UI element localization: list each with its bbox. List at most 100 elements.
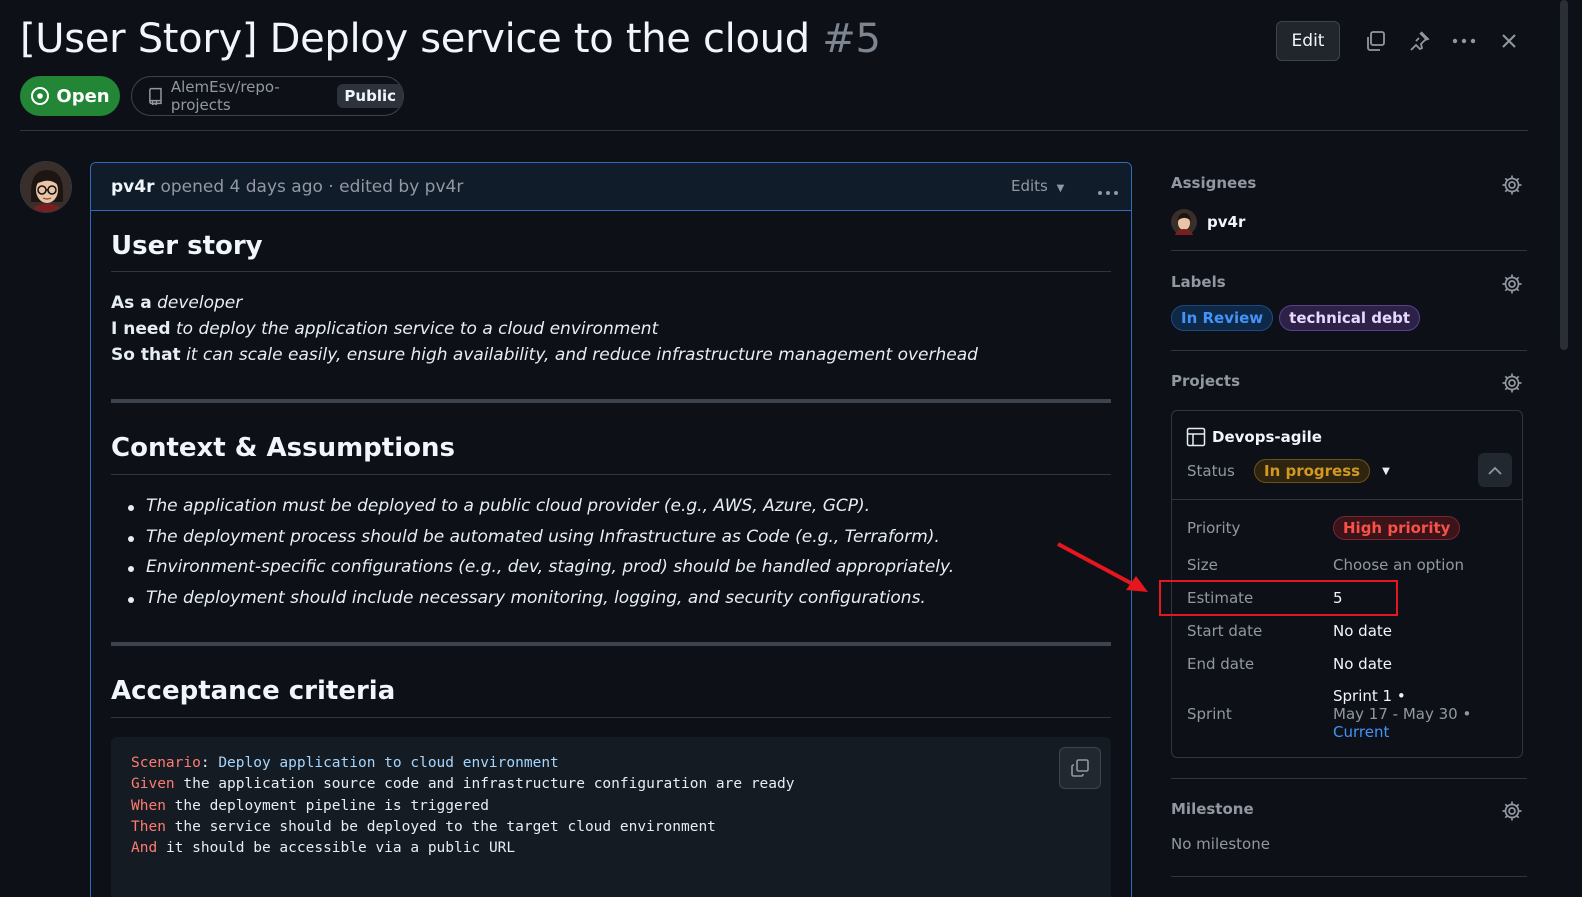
copy-icon[interactable] bbox=[1362, 28, 1388, 54]
list-item: The deployment process should be automat… bbox=[111, 527, 954, 558]
project-name: Devops-agile bbox=[1212, 428, 1322, 446]
gherkin-keyword: Given bbox=[131, 776, 175, 793]
context-heading: Context & Assumptions bbox=[111, 433, 455, 463]
assignee-item[interactable]: pv4r bbox=[1171, 209, 1245, 235]
header-divider bbox=[20, 130, 1528, 131]
assignee-name: pv4r bbox=[1207, 213, 1246, 231]
sprint-value[interactable]: Sprint 1 • May 17 - May 30 • Current bbox=[1333, 687, 1471, 741]
collapse-button[interactable] bbox=[1478, 453, 1512, 487]
priority-value[interactable]: High priority bbox=[1333, 516, 1461, 540]
assignees-heading: Assignees bbox=[1171, 174, 1257, 192]
code-block: Scenario: Deploy application to cloud en… bbox=[111, 737, 1111, 897]
story-heading: User story bbox=[111, 231, 263, 261]
repo-link[interactable]: AlemEsv/repo-projects Public bbox=[131, 76, 404, 116]
sidebar-divider bbox=[1171, 778, 1527, 779]
gear-icon[interactable] bbox=[1501, 800, 1523, 822]
story-line-so-that: So that it can scale easily, ensure high… bbox=[111, 342, 978, 368]
section-divider bbox=[111, 399, 1111, 403]
list-item: Environment-specific configurations (e.g… bbox=[111, 557, 954, 588]
author-avatar[interactable] bbox=[20, 161, 72, 213]
milestone-value: No milestone bbox=[1171, 835, 1270, 853]
edits-dropdown[interactable]: Edits ▼ bbox=[1011, 177, 1064, 195]
comment-meta: opened 4 days ago · edited by pv4r bbox=[160, 176, 464, 197]
code-line: And it should be accessible via a public… bbox=[131, 840, 1091, 861]
sidebar-divider bbox=[1171, 250, 1527, 251]
project-title[interactable]: Devops-agile bbox=[1186, 427, 1322, 447]
pin-icon[interactable] bbox=[1406, 28, 1432, 54]
sprint-name: Sprint 1 • bbox=[1333, 687, 1406, 705]
code-text: it should be accessible via a public URL bbox=[165, 840, 516, 857]
sidebar-divider bbox=[1171, 876, 1527, 877]
caret-down-icon: ▼ bbox=[1382, 465, 1390, 477]
copy-icon bbox=[1071, 759, 1089, 777]
end-date-key: End date bbox=[1187, 655, 1255, 673]
gear-icon[interactable] bbox=[1501, 273, 1523, 295]
code-line: Given the application source code and in… bbox=[131, 776, 1091, 797]
start-date-value[interactable]: No date bbox=[1333, 622, 1392, 640]
acceptance-heading: Acceptance criteria bbox=[111, 676, 396, 706]
context-list: The application must be deployed to a pu… bbox=[111, 496, 954, 618]
repo-icon bbox=[149, 87, 162, 105]
code-text: the application source code and infrastr… bbox=[183, 776, 795, 793]
list-item: The application must be deployed to a pu… bbox=[111, 496, 954, 527]
section-divider bbox=[111, 642, 1111, 646]
code-line: Then the service should be deployed to t… bbox=[131, 819, 1091, 840]
labels-list: In Review technical debt bbox=[1171, 305, 1421, 331]
code-text: Deploy application to cloud environment bbox=[218, 755, 559, 771]
close-icon[interactable] bbox=[1496, 28, 1522, 54]
comment-author[interactable]: pv4r bbox=[111, 177, 154, 197]
story-text: to deploy the application service to a c… bbox=[175, 319, 659, 339]
more-options-icon[interactable] bbox=[1451, 28, 1477, 54]
sprint-current: Current bbox=[1333, 723, 1390, 741]
code-separator bbox=[166, 798, 175, 814]
story-text: developer bbox=[157, 293, 243, 313]
size-key: Size bbox=[1187, 556, 1218, 574]
gherkin-keyword: When bbox=[131, 797, 166, 814]
edit-button[interactable]: Edit bbox=[1276, 21, 1340, 61]
milestone-heading: Milestone bbox=[1171, 800, 1254, 818]
story-line-i-need: I need to deploy the application service… bbox=[111, 316, 978, 342]
comment-header: pv4r opened 4 days ago · edited by pv4r … bbox=[91, 163, 1131, 211]
assignee-avatar bbox=[1171, 209, 1197, 235]
table-icon bbox=[1186, 427, 1206, 447]
story-lead: As a bbox=[111, 293, 152, 313]
code-separator bbox=[157, 840, 166, 856]
label-in-review[interactable]: In Review bbox=[1171, 305, 1274, 331]
story-text: it can scale easily, ensure high availab… bbox=[186, 345, 978, 365]
list-item: The deployment should include necessary … bbox=[111, 588, 954, 619]
end-date-value[interactable]: No date bbox=[1333, 655, 1392, 673]
visibility-badge: Public bbox=[337, 84, 403, 108]
copy-code-button[interactable] bbox=[1059, 747, 1101, 789]
story-lead: So that bbox=[111, 345, 181, 365]
status-dropdown[interactable]: In progress ▼ bbox=[1254, 459, 1390, 483]
comment-options-icon[interactable] bbox=[1097, 177, 1119, 201]
label-technical-debt[interactable]: technical debt bbox=[1279, 305, 1421, 331]
gear-icon[interactable] bbox=[1501, 372, 1523, 394]
code-text: the service should be deployed to the ta… bbox=[174, 818, 716, 835]
issue-title-text: [User Story] Deploy service to the cloud bbox=[20, 16, 810, 62]
gherkin-keyword: Scenario bbox=[131, 755, 201, 771]
status-label: Open bbox=[56, 85, 110, 107]
gear-icon[interactable] bbox=[1501, 174, 1523, 196]
code-separator: : bbox=[200, 755, 219, 771]
code-line: When the deployment pipeline is triggere… bbox=[131, 798, 1091, 819]
heading-divider bbox=[111, 271, 1111, 272]
estimate-highlight-box bbox=[1159, 580, 1398, 616]
heading-divider bbox=[111, 474, 1111, 475]
size-value[interactable]: Choose an option bbox=[1333, 556, 1464, 574]
scrollbar[interactable] bbox=[1560, 0, 1568, 350]
issue-number: #5 bbox=[822, 16, 881, 62]
projects-heading: Projects bbox=[1171, 372, 1241, 390]
sprint-range: May 17 - May 30 • bbox=[1333, 705, 1472, 723]
gherkin-keyword: And bbox=[131, 840, 158, 857]
gherkin-keyword: Then bbox=[131, 818, 166, 835]
start-date-key: Start date bbox=[1187, 622, 1263, 640]
caret-down-icon: ▼ bbox=[1056, 183, 1065, 194]
code-separator bbox=[166, 819, 175, 835]
issue-description-comment: pv4r opened 4 days ago · edited by pv4r … bbox=[90, 162, 1132, 897]
code-text: the deployment pipeline is triggered bbox=[174, 797, 489, 814]
priority-key: Priority bbox=[1187, 519, 1241, 537]
story-lead: I need bbox=[111, 319, 171, 339]
repo-name: AlemEsv/repo-projects bbox=[170, 78, 280, 114]
issue-open-icon bbox=[31, 87, 50, 105]
